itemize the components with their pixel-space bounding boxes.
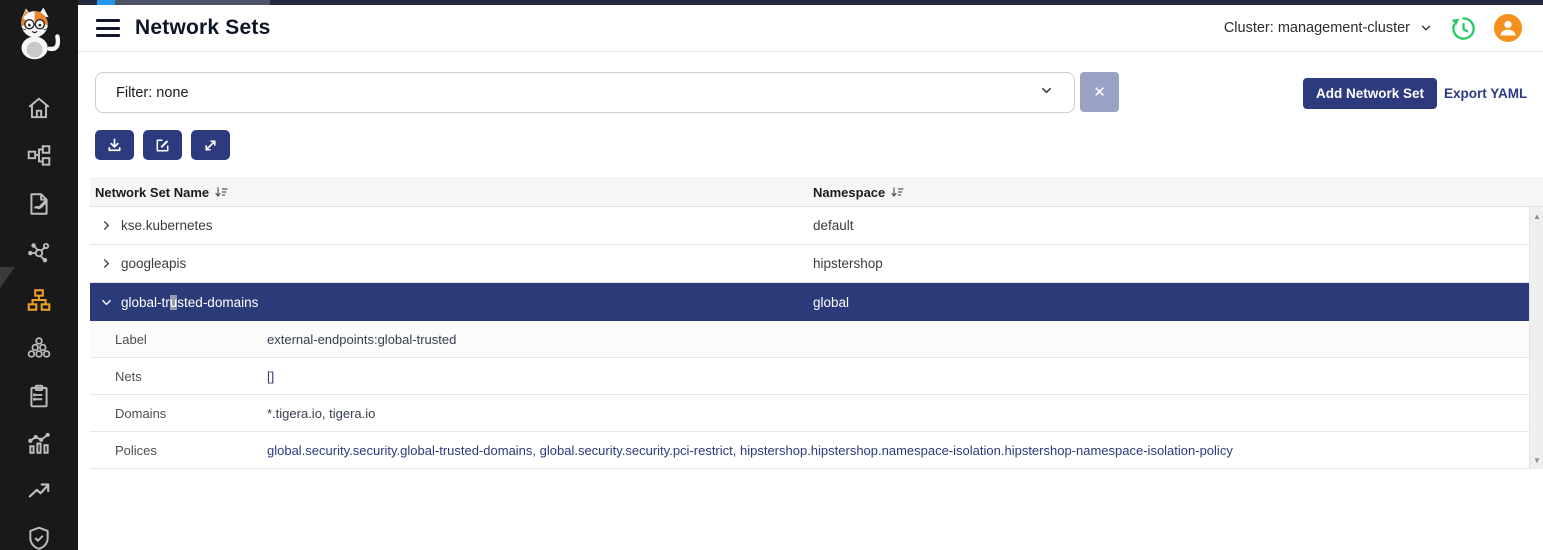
chevron-down-icon[interactable] [101, 297, 112, 308]
table-header: Network Set Name Namespace [90, 178, 1543, 207]
page-title: Network Sets [135, 16, 270, 40]
export-yaml-link[interactable]: Export YAML [1444, 78, 1527, 109]
detail-row: Polices global.security.security.global-… [90, 432, 1529, 469]
filter-dropdown[interactable]: Filter: none [95, 72, 1075, 113]
topology-icon[interactable] [26, 143, 52, 169]
sidebar-fold-decoration [0, 267, 15, 288]
chevron-right-icon[interactable] [101, 220, 112, 231]
detail-label: Label [90, 332, 267, 347]
chevron-right-icon[interactable] [101, 258, 112, 269]
clear-filter-button[interactable]: ✕ [1080, 72, 1119, 112]
detail-value: external-endpoints:global-trusted [267, 332, 456, 347]
expand-icon [202, 137, 219, 154]
network-set-name: global-trusted-domains [121, 295, 258, 310]
shield-check-icon[interactable] [26, 525, 52, 550]
column-header-network-set-name[interactable]: Network Set Name [95, 179, 228, 206]
detail-row: Label external-endpoints:global-trusted [90, 321, 1529, 358]
download-icon [106, 137, 123, 154]
edit-button[interactable] [143, 130, 182, 160]
trend-icon[interactable] [26, 478, 52, 504]
calico-cat-logo[interactable] [11, 5, 67, 63]
detail-value: [] [267, 369, 274, 384]
expand-button[interactable] [191, 130, 230, 160]
table-row[interactable]: kse.kubernetes default [90, 207, 1529, 245]
sidebar [0, 0, 78, 550]
download-button[interactable] [95, 130, 134, 160]
edit-icon [154, 137, 171, 154]
table-row[interactable]: googleapis hipstershop [90, 245, 1529, 283]
history-icon[interactable] [1450, 15, 1477, 42]
namespace-value: default [813, 218, 854, 233]
namespace-value: hipstershop [813, 256, 883, 271]
column-header-namespace[interactable]: Namespace [813, 179, 904, 206]
detail-label: Domains [90, 406, 267, 421]
detail-value-policies[interactable]: global.security.security.global-trusted-… [267, 443, 1233, 458]
namespace-value: global [813, 295, 849, 310]
sort-icon [215, 187, 228, 198]
network-sets-page: Network Sets Cluster: management-cluster [0, 0, 1543, 550]
chevron-down-icon [1039, 83, 1054, 102]
network-set-name: kse.kubernetes [121, 218, 213, 233]
scroll-down-arrow[interactable]: ▼ [1530, 453, 1543, 467]
clipboard-report-icon[interactable] [26, 383, 52, 409]
sort-icon [891, 187, 904, 198]
user-avatar[interactable] [1494, 14, 1522, 42]
network-sets-icon[interactable] [26, 287, 52, 313]
network-set-name: googleapis [121, 256, 186, 271]
detail-row: Nets [] [90, 358, 1529, 395]
home-icon[interactable] [26, 95, 52, 121]
cluster-selector[interactable]: Cluster: management-cluster [1224, 20, 1433, 36]
detail-label: Polices [90, 443, 267, 458]
table-row-selected[interactable]: global-trusted-domains global [90, 283, 1529, 321]
detail-label: Nets [90, 369, 267, 384]
chevron-down-icon [1419, 21, 1433, 35]
cluster-selector-label: Cluster: management-cluster [1224, 20, 1410, 36]
clusters-icon[interactable] [26, 335, 52, 361]
hamburger-menu-icon[interactable] [96, 19, 120, 37]
detail-value: *.tigera.io, tigera.io [267, 406, 375, 421]
service-graph-icon[interactable] [26, 239, 52, 265]
scroll-up-arrow[interactable]: ▲ [1530, 209, 1543, 223]
add-network-set-button[interactable]: Add Network Set [1303, 78, 1437, 109]
stats-chart-icon[interactable] [26, 430, 52, 456]
filter-dropdown-value: Filter: none [116, 85, 189, 101]
top-header: Network Sets Cluster: management-cluster [78, 5, 1543, 52]
policy-edit-icon[interactable] [26, 191, 52, 217]
detail-row: Domains *.tigera.io, tigera.io [90, 395, 1529, 432]
table-scrollbar[interactable]: ▲ ▼ [1529, 207, 1543, 469]
